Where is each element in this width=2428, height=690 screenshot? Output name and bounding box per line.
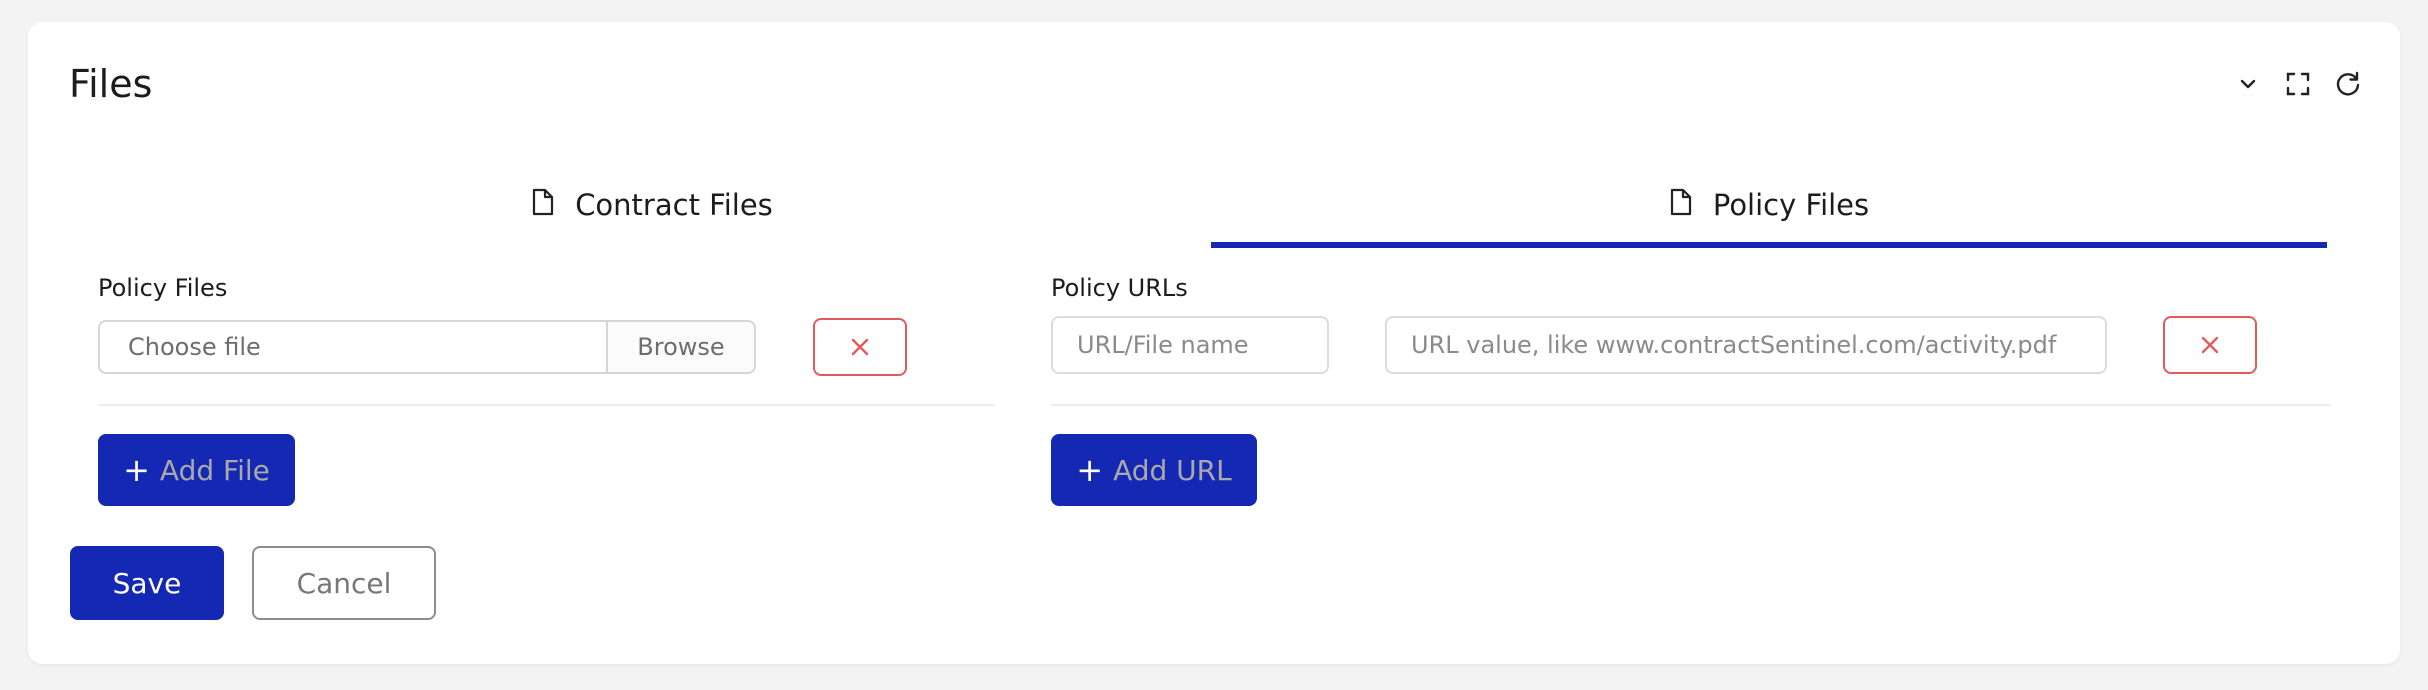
add-file-label: Add File — [159, 453, 270, 487]
fullscreen-icon[interactable] — [2284, 70, 2312, 98]
plus-icon: + — [1076, 451, 1104, 489]
tab-label: Contract Files — [575, 188, 773, 222]
add-url-button[interactable]: + Add URL — [1051, 434, 1257, 506]
url-name-input[interactable]: URL/File name — [1051, 316, 1329, 374]
chevron-down-icon[interactable] — [2234, 70, 2262, 98]
file-input[interactable]: Choose file — [100, 322, 606, 372]
panel-toolbar — [2234, 70, 2362, 98]
remove-file-button[interactable] — [813, 318, 907, 376]
file-icon — [1669, 188, 1693, 223]
policy-urls-label: Policy URLs — [1051, 274, 1188, 302]
refresh-icon[interactable] — [2334, 70, 2362, 98]
file-tabs: Contract Files Policy Files — [94, 162, 2331, 248]
close-icon — [2201, 336, 2219, 354]
remove-url-button[interactable] — [2163, 316, 2257, 374]
file-icon — [531, 188, 555, 223]
tab-contract-files[interactable]: Contract Files — [94, 162, 1210, 248]
browse-button[interactable]: Browse — [606, 322, 754, 372]
add-file-button[interactable]: + Add File — [98, 434, 295, 506]
cancel-button[interactable]: Cancel — [252, 546, 436, 620]
panel-title: Files — [69, 62, 153, 106]
url-value-input[interactable]: URL value, like www.contractSentinel.com… — [1385, 316, 2107, 374]
policy-files-label: Policy Files — [98, 274, 228, 302]
plus-icon: + — [123, 451, 150, 489]
add-url-label: Add URL — [1113, 453, 1232, 487]
divider — [98, 404, 995, 406]
close-icon — [851, 338, 869, 356]
save-button[interactable]: Save — [70, 546, 224, 620]
divider — [1051, 404, 2331, 406]
files-panel: Files Contract Files Policy Files Policy… — [28, 22, 2400, 664]
tab-policy-files[interactable]: Policy Files — [1211, 162, 2327, 248]
file-input-group[interactable]: Choose file Browse — [98, 320, 756, 374]
tab-label: Policy Files — [1712, 188, 1870, 222]
